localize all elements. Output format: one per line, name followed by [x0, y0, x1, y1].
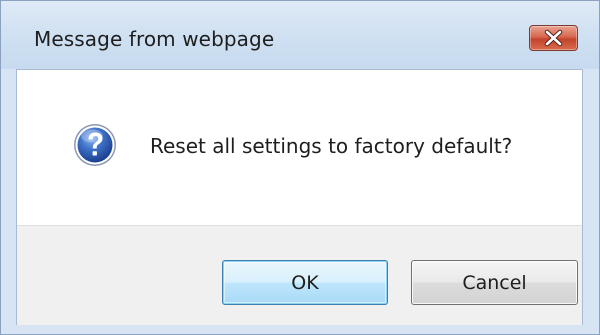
dialog-title: Message from webpage: [34, 27, 275, 51]
ok-button[interactable]: OK: [222, 260, 388, 305]
message-dialog: Message from webpage Reset all settings …: [0, 0, 600, 335]
close-button[interactable]: [529, 25, 578, 51]
button-bar: OK Cancel: [17, 225, 582, 325]
message-area: Reset all settings to factory default?: [17, 70, 582, 225]
cancel-button[interactable]: Cancel: [411, 260, 578, 305]
dialog-message: Reset all settings to factory default?: [150, 134, 513, 158]
title-bar[interactable]: Message from webpage: [1, 1, 599, 69]
dialog-body: Reset all settings to factory default? O…: [16, 69, 583, 325]
close-icon: [544, 29, 563, 47]
question-icon: [74, 124, 116, 166]
